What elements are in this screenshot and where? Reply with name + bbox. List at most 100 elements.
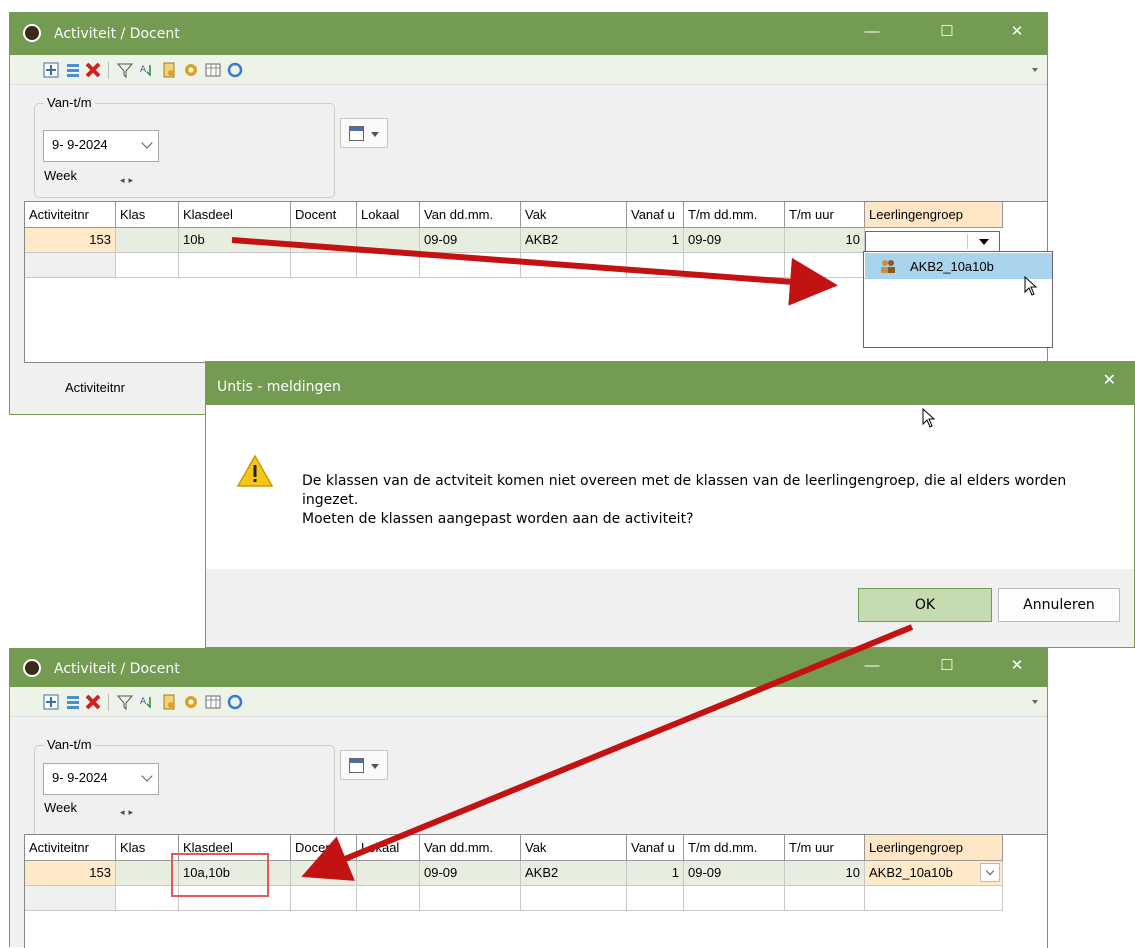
delete-icon[interactable] [85,694,101,710]
close-icon[interactable]: ✕ [1003,655,1031,677]
cell-leerlingengroep[interactable]: AKB2_10a10b [865,861,1003,886]
filter-icon[interactable] [117,62,133,78]
settings-icon[interactable] [183,694,199,710]
maximize-icon[interactable]: ☐ [933,21,961,43]
cell-activiteitnr[interactable]: 153 [25,861,116,886]
column-header[interactable]: T/m dd.mm. [684,202,785,228]
empty-row-cell[interactable] [116,253,179,278]
empty-row-cell[interactable] [521,253,627,278]
new-row-icon[interactable] [43,694,59,710]
empty-row-cell[interactable] [420,253,521,278]
calendar-button[interactable] [340,118,388,148]
maximize-icon[interactable]: ☐ [933,655,961,677]
empty-row-cell[interactable] [627,253,684,278]
report-icon[interactable] [161,62,177,78]
column-header[interactable]: Docent [291,202,357,228]
empty-row-cell[interactable] [291,886,357,911]
toolbar-overflow-icon[interactable] [1032,68,1038,72]
column-header[interactable]: Klas [116,202,179,228]
cell-activiteitnr[interactable]: 153 [25,228,116,253]
empty-row-cell[interactable] [521,886,627,911]
delete-icon[interactable] [85,62,101,78]
cell-klas[interactable] [116,861,179,886]
empty-row-cell[interactable] [25,886,116,911]
ok-button[interactable]: OK [858,588,992,622]
minimize-icon[interactable]: — [858,655,886,677]
minimize-icon[interactable]: — [858,21,886,43]
chevron-down-icon[interactable] [980,863,1000,882]
empty-row-cell[interactable] [684,253,785,278]
column-header[interactable]: Van dd.mm. [420,202,521,228]
sort-icon[interactable]: A [139,62,155,78]
week-spinner[interactable]: ◂▸ [120,807,137,818]
cell-klas[interactable] [116,228,179,253]
cell-lokaal[interactable] [357,228,420,253]
tab-activiteitnr[interactable]: Activiteitnr [65,380,125,395]
leerlingengroep-combo[interactable] [865,231,1000,252]
column-header[interactable]: Vanaf u [627,835,684,861]
report-icon[interactable] [161,694,177,710]
sort-icon[interactable]: A [139,694,155,710]
empty-row-cell[interactable] [785,886,865,911]
column-header[interactable]: T/m uur [785,835,865,861]
cell-vanaf[interactable]: 1 [627,228,684,253]
cell-klasdeel[interactable]: 10b [179,228,291,253]
close-icon[interactable]: ✕ [1003,21,1031,43]
column-header[interactable]: Leerlingengroep [865,835,1003,861]
column-header[interactable]: Van dd.mm. [420,835,521,861]
column-header[interactable]: Activiteitnr [25,835,116,861]
cell-van[interactable]: 09-09 [420,861,521,886]
empty-row-cell[interactable] [116,886,179,911]
cell-tm[interactable]: 09-09 [684,228,785,253]
filter-icon[interactable] [117,694,133,710]
column-header[interactable]: Vak [521,202,627,228]
empty-row-cell[interactable] [357,886,420,911]
dropdown-arrow-icon[interactable] [967,234,997,249]
column-header[interactable]: Klas [116,835,179,861]
list-icon[interactable] [65,694,81,710]
cell-tm[interactable]: 09-09 [684,861,785,886]
empty-row-cell[interactable] [684,886,785,911]
column-header[interactable]: Vanaf u [627,202,684,228]
column-header[interactable]: Activiteitnr [25,202,116,228]
week-spinner[interactable]: ◂▸ [120,175,137,186]
column-header[interactable]: Lokaal [357,835,420,861]
close-icon[interactable]: ✕ [1103,370,1116,390]
column-header[interactable]: Klasdeel [179,202,291,228]
empty-row-cell[interactable] [179,253,291,278]
toolbar-overflow-icon[interactable] [1032,700,1038,704]
empty-row-cell[interactable] [865,886,1003,911]
column-header[interactable]: Docent [291,835,357,861]
date-picker[interactable]: 9- 9-2024 [43,130,159,162]
cell-tmuur[interactable]: 10 [785,228,865,253]
refresh-icon[interactable] [227,694,243,710]
date-picker[interactable]: 9- 9-2024 [43,763,159,795]
cell-vak[interactable]: AKB2 [521,228,627,253]
empty-row-cell[interactable] [627,886,684,911]
cell-tmuur[interactable]: 10 [785,861,865,886]
column-header[interactable]: Lokaal [357,202,420,228]
empty-row-cell[interactable] [25,253,116,278]
calendar-button[interactable] [340,750,388,780]
table-icon[interactable] [205,62,221,78]
empty-row-cell[interactable] [357,253,420,278]
empty-row-cell[interactable] [291,253,357,278]
cancel-button[interactable]: Annuleren [998,588,1120,622]
column-header[interactable]: Vak [521,835,627,861]
column-header[interactable]: T/m uur [785,202,865,228]
cell-van[interactable]: 09-09 [420,228,521,253]
new-row-icon[interactable] [43,62,59,78]
cell-docent[interactable] [291,228,357,253]
column-header[interactable]: T/m dd.mm. [684,835,785,861]
list-icon[interactable] [65,62,81,78]
table-icon[interactable] [205,694,221,710]
cell-lokaal[interactable] [357,861,420,886]
empty-row-cell[interactable] [420,886,521,911]
settings-icon[interactable] [183,62,199,78]
cell-vak[interactable]: AKB2 [521,861,627,886]
refresh-icon[interactable] [227,62,243,78]
empty-row-cell[interactable] [785,253,865,278]
cell-docent[interactable] [291,861,357,886]
column-header[interactable]: Leerlingengroep [865,202,1003,228]
cell-vanaf[interactable]: 1 [627,861,684,886]
